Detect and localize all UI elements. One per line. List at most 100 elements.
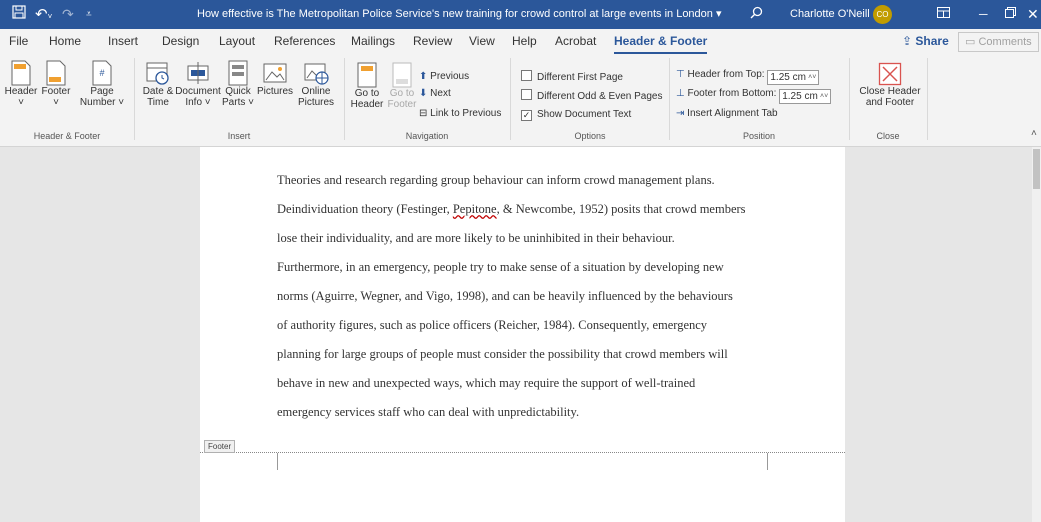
comments-button[interactable]: ▭ Comments — [958, 32, 1039, 52]
footer-from-bottom-field[interactable]: ⊥ Footer from Bottom: 1.25 cm ˄˅ — [676, 87, 832, 104]
alignment-tab-icon: ⇥ — [676, 108, 685, 119]
tab-references[interactable]: References — [274, 29, 335, 54]
footer-position-icon: ⊥ — [676, 88, 685, 99]
header-position-icon: ⊤ — [676, 69, 685, 80]
group-divider — [927, 58, 928, 140]
avatar[interactable]: CO — [873, 0, 892, 29]
group-label-header-footer: Header & Footer — [33, 131, 101, 141]
text-line: of authority figures, such as police off… — [277, 318, 708, 332]
footer-area[interactable] — [200, 453, 845, 522]
minimize-icon[interactable]: ─ — [979, 0, 988, 29]
online-pictures-button[interactable]: Online Pictures — [294, 60, 338, 108]
page-number-button[interactable]: # Page Number ˅ — [76, 60, 128, 108]
online-picture-icon — [304, 63, 329, 85]
previous-section-icon: ⬆ — [419, 71, 428, 82]
quick-parts-button[interactable]: Quick Parts ˅ — [220, 60, 256, 108]
date-time-button[interactable]: Date & Time — [140, 60, 176, 108]
go-to-footer-button[interactable]: Go to Footer — [383, 62, 421, 110]
calendar-clock-icon — [146, 62, 169, 85]
previous-button[interactable]: ⬆ Previous — [419, 70, 469, 84]
tab-acrobat[interactable]: Acrobat — [555, 29, 596, 54]
tab-review[interactable]: Review — [413, 29, 452, 54]
tab-help[interactable]: Help — [512, 29, 537, 54]
go-to-header-button[interactable]: Go to Header — [348, 62, 386, 110]
group-divider — [849, 58, 850, 140]
group-divider — [669, 58, 670, 140]
go-to-header-icon — [357, 62, 377, 88]
different-odd-even-checkbox[interactable]: Different Odd & Even Pages — [521, 89, 662, 103]
checkbox-unchecked — [521, 70, 532, 81]
share-button[interactable]: ⇪ Share — [902, 29, 949, 54]
checkmark-icon: ✓ — [521, 110, 532, 121]
group-label-close: Close — [876, 131, 900, 141]
collapse-ribbon-icon[interactable]: ˄ — [1031, 128, 1037, 139]
close-window-icon[interactable]: ✕ — [1027, 0, 1039, 29]
group-label-navigation: Navigation — [405, 131, 449, 141]
document-page[interactable]: Theories and research regarding group be… — [200, 147, 845, 522]
save-icon[interactable] — [12, 0, 26, 29]
text-line: planning for large groups of people must… — [277, 347, 728, 361]
header-label: Header — [4, 86, 38, 97]
group-divider — [134, 58, 135, 140]
ribbon: Header ˅ Footer ˅ # Page Number ˅ Header & … — [0, 54, 1041, 147]
footer-button[interactable]: Footer ˅ — [37, 60, 75, 108]
header-from-top-input[interactable]: 1.25 cm ˄˅ — [767, 70, 820, 85]
group-label-position: Position — [742, 131, 776, 141]
text-line: behave in new and unexpected ways, which… — [277, 376, 696, 390]
search-icon[interactable] — [750, 0, 763, 29]
group-label-options: Options — [574, 131, 606, 141]
tab-home[interactable]: Home — [49, 29, 81, 54]
footer-tag: Footer — [204, 440, 236, 453]
body-paragraph[interactable]: Theories and research regarding group be… — [277, 166, 787, 427]
link-to-previous-button[interactable]: ⊟ Link to Previous — [419, 107, 501, 121]
different-first-page-checkbox[interactable]: Different First Page — [521, 70, 623, 84]
tab-file[interactable]: File — [9, 29, 28, 54]
tab-design[interactable]: Design — [162, 29, 199, 54]
spinner-arrows-icon[interactable]: ˄˅ — [820, 90, 828, 103]
customize-quick-access-icon[interactable]: ⩡ — [86, 0, 92, 29]
pictures-button[interactable]: Pictures — [253, 60, 297, 97]
header-from-top-field[interactable]: ⊤ Header from Top: 1.25 cm ˄˅ — [676, 68, 820, 85]
document-title: How effective is The Metropolitan Police… — [197, 8, 722, 20]
text-line: lose their individuality, and are more l… — [277, 231, 675, 245]
tab-layout[interactable]: Layout — [219, 29, 255, 54]
comment-icon: ▭ — [965, 36, 976, 48]
tab-header-footer[interactable]: Header & Footer — [614, 29, 708, 54]
group-divider — [510, 58, 511, 140]
group-label-insert: Insert — [227, 131, 251, 141]
tab-mailings[interactable]: Mailings — [351, 29, 395, 54]
header-icon — [11, 60, 31, 86]
document-info-icon — [187, 62, 209, 84]
restore-icon[interactable] — [1005, 0, 1016, 29]
footer-from-bottom-input[interactable]: 1.25 cm ˄˅ — [779, 89, 832, 104]
checkbox-unchecked — [521, 89, 532, 100]
text-line: Theories and research regarding group be… — [277, 173, 715, 187]
tab-view[interactable]: View — [469, 29, 495, 54]
title-bar: ↶˅ ↷ ⩡ How effective is The Metropolitan… — [0, 0, 1041, 29]
footer-label: Footer — [41, 86, 71, 97]
insert-alignment-tab-button[interactable]: ⇥ Insert Alignment Tab — [676, 107, 778, 121]
close-header-footer-button[interactable]: Close Header and Footer — [852, 62, 928, 108]
document-info-button[interactable]: Document Info ˅ — [174, 60, 222, 108]
next-button[interactable]: ⬇ Next — [419, 87, 451, 101]
spinner-arrows-icon[interactable]: ˄˅ — [808, 71, 816, 84]
close-icon — [878, 62, 902, 86]
tab-insert[interactable]: Insert — [108, 29, 138, 54]
link-icon: ⊟ — [419, 108, 428, 119]
user-name[interactable]: Charlotte O'Neill — [790, 0, 870, 29]
undo-icon[interactable]: ↶˅ — [35, 0, 52, 29]
show-document-text-checkbox[interactable]: ✓ Show Document Text — [521, 108, 631, 122]
share-icon: ⇪ — [902, 34, 913, 48]
quick-parts-icon — [228, 60, 248, 86]
page-number-icon: # — [92, 60, 112, 86]
scroll-thumb[interactable] — [1033, 149, 1040, 189]
footer-icon — [46, 60, 66, 86]
header-button[interactable]: Header ˅ — [2, 60, 40, 108]
text-line: emergency services staff who can deal wi… — [277, 405, 580, 419]
vertical-scrollbar[interactable] — [1032, 147, 1041, 522]
go-to-footer-icon — [392, 62, 412, 88]
picture-icon — [263, 63, 287, 83]
misspelled-word[interactable]: Pepitone — [453, 202, 497, 216]
ribbon-display-options-icon[interactable] — [937, 0, 950, 29]
redo-icon[interactable]: ↷ — [62, 0, 74, 29]
